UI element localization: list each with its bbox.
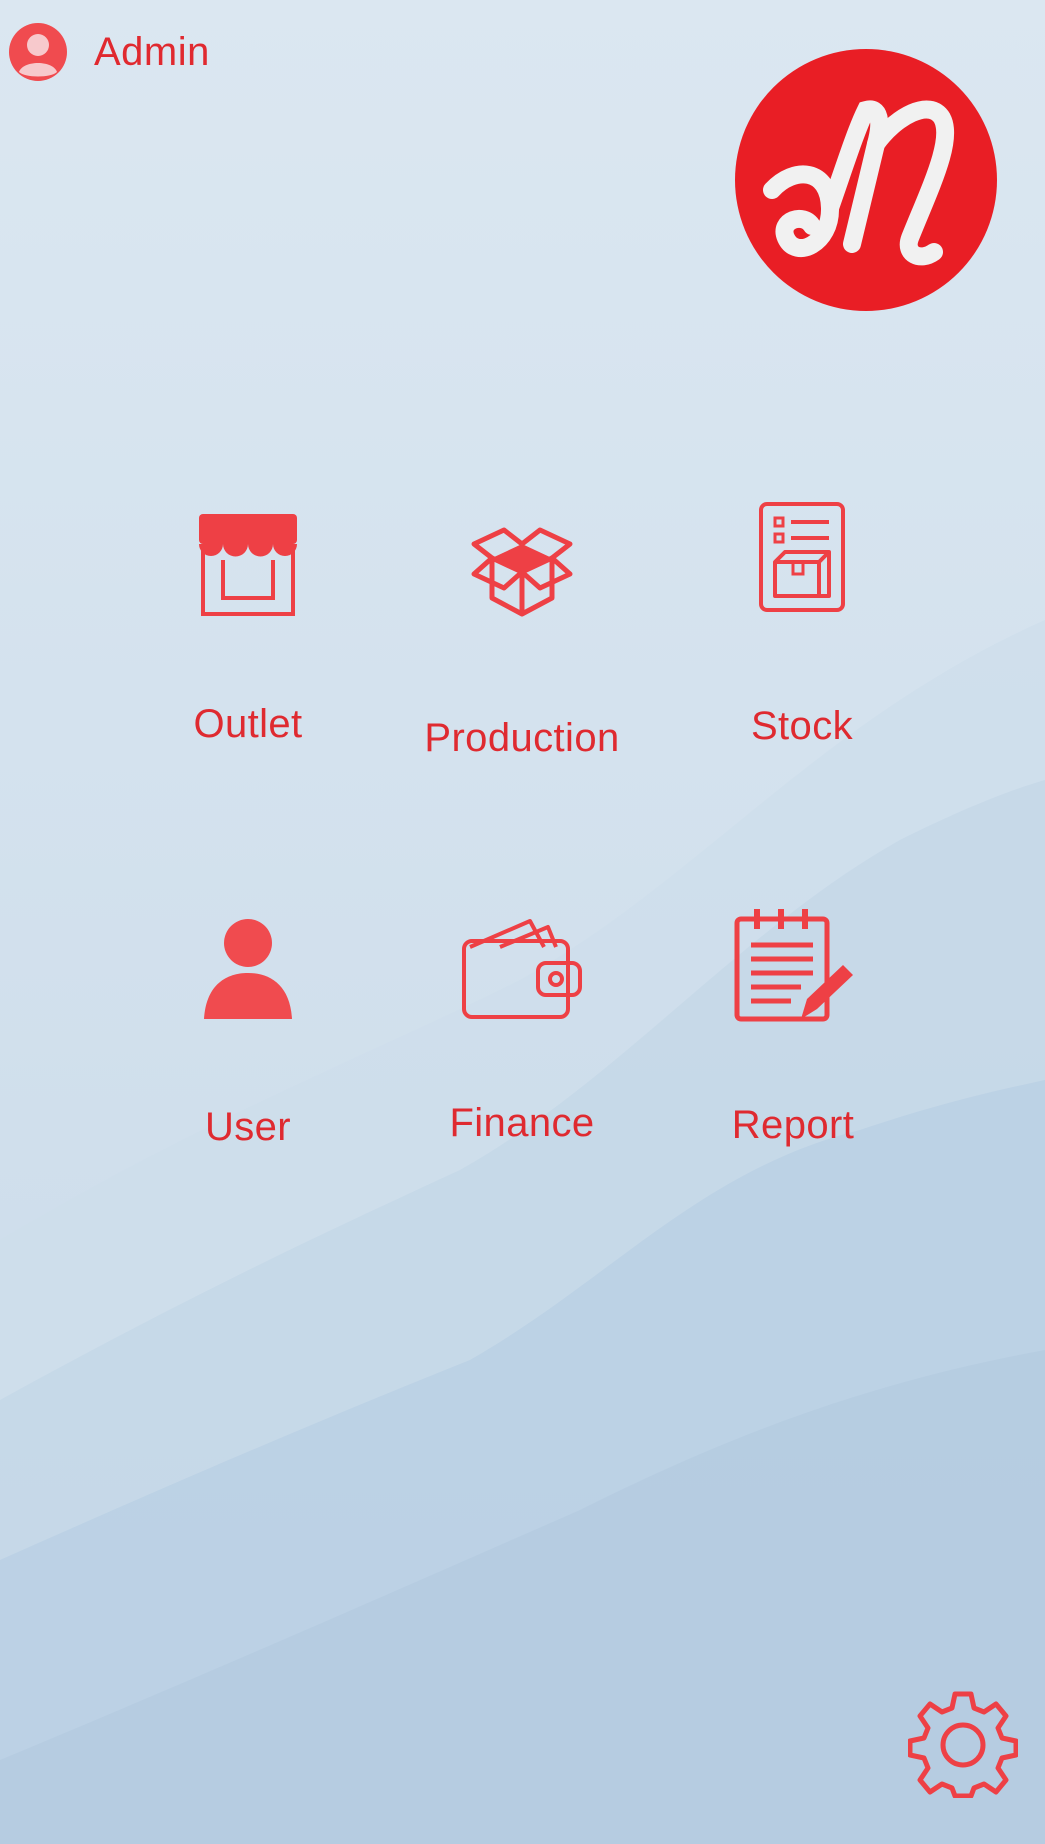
- person-icon: [204, 919, 292, 1019]
- storefront-icon: [199, 514, 297, 616]
- gear-icon[interactable]: [908, 1688, 1018, 1798]
- wallet-icon: [462, 919, 582, 1019]
- menu-tile-label: Report: [731, 1103, 855, 1147]
- menu-tile-stock[interactable]: Stock: [682, 490, 922, 790]
- menu-tile-production[interactable]: Production: [402, 490, 642, 790]
- menu-tile-report[interactable]: Report: [673, 895, 913, 1195]
- menu-tile-label: Finance: [449, 1101, 595, 1145]
- menu-tile-finance[interactable]: Finance: [402, 895, 642, 1195]
- user-profile-button[interactable]: Admin: [8, 22, 210, 82]
- menu-tile-label: Production: [424, 716, 620, 760]
- menu-tile-label: User: [204, 1105, 292, 1149]
- menu-tile-label: Outlet: [193, 702, 303, 746]
- user-name-label: Admin: [94, 29, 210, 74]
- report-clipboard-icon: [734, 909, 853, 1022]
- open-box-icon: [471, 527, 573, 617]
- menu-tile-label: Stock: [750, 704, 854, 748]
- menu-tile-outlet[interactable]: Outlet: [128, 490, 368, 790]
- user-circle-icon: [9, 23, 67, 81]
- brand-logo: [735, 49, 997, 311]
- stock-list-icon: [759, 502, 845, 612]
- menu-tile-user[interactable]: User: [128, 895, 368, 1195]
